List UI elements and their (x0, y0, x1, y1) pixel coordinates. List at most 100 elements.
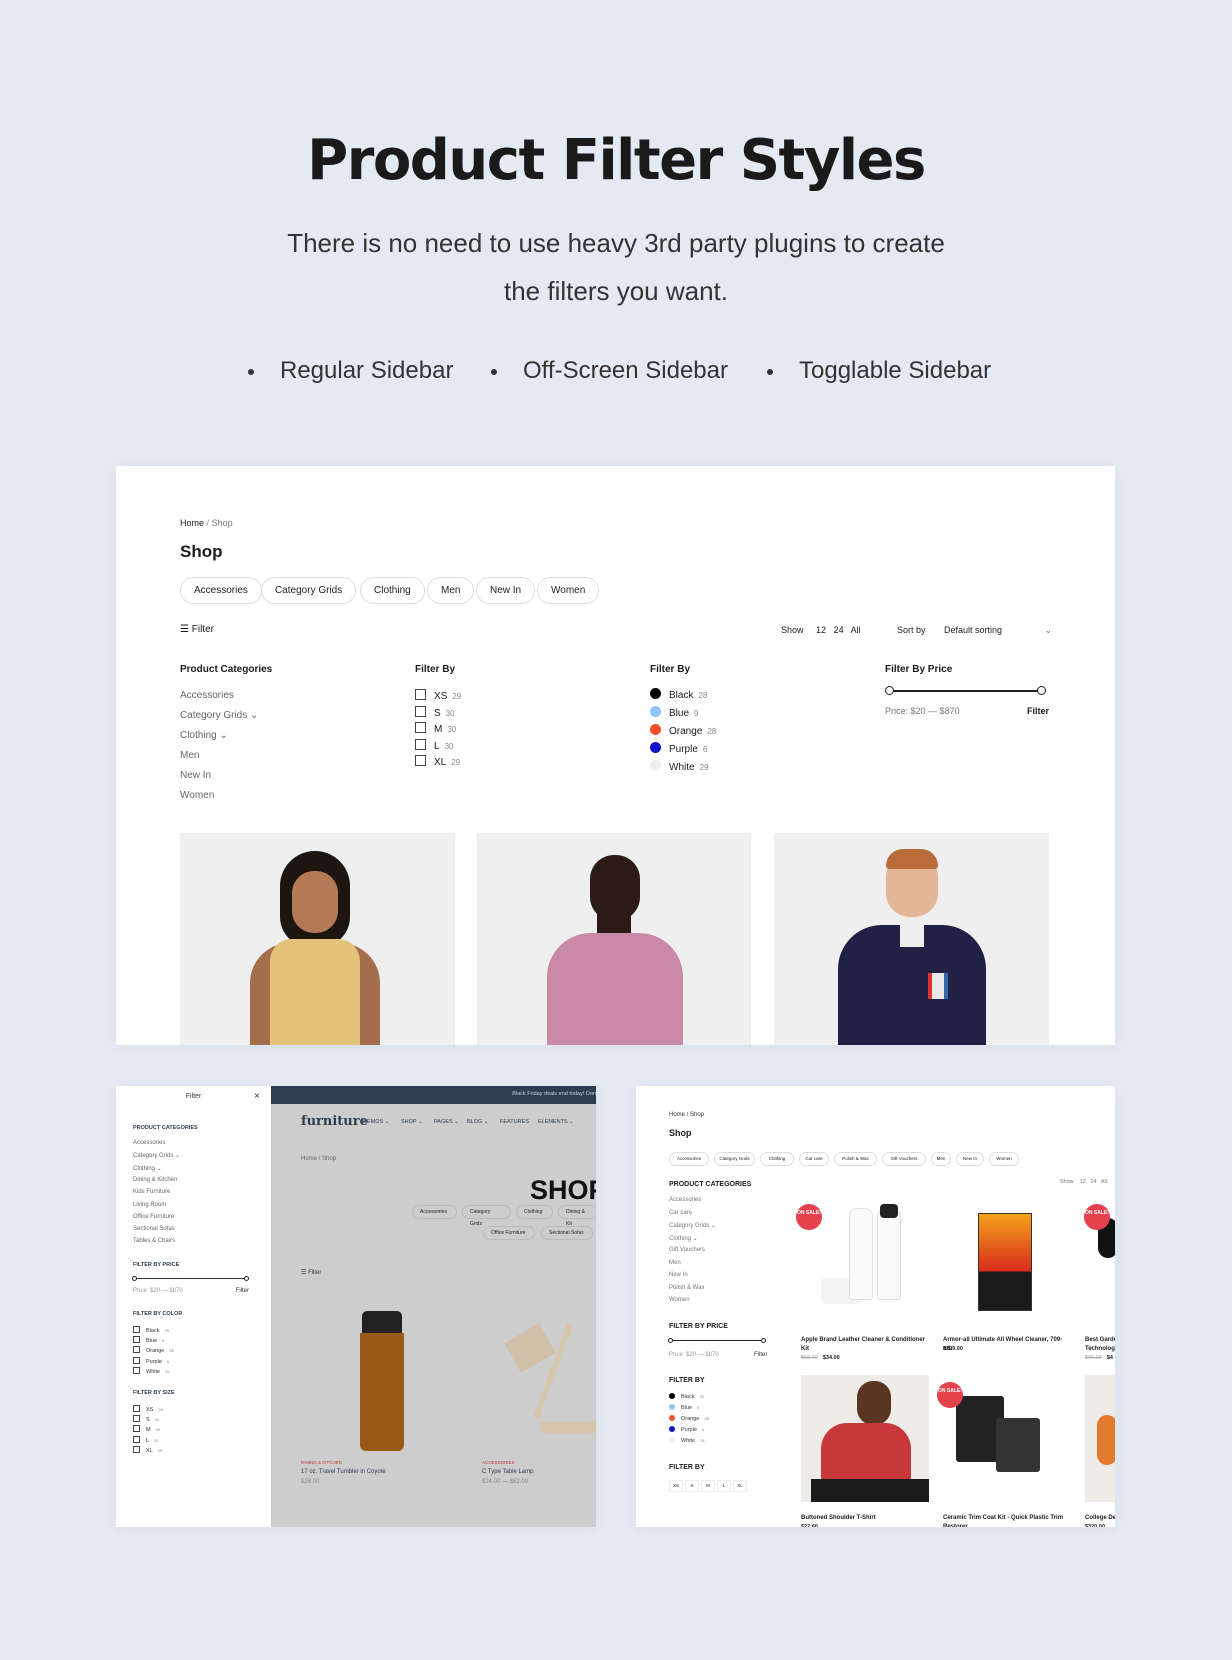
color-option[interactable]: Orange 28 (669, 1415, 709, 1422)
color-option[interactable]: Blue 9 (650, 706, 698, 719)
filter-option[interactable]: XL 29 (133, 1445, 162, 1454)
show-24[interactable]: 24 (834, 625, 844, 635)
checkbox[interactable] (133, 1405, 140, 1412)
size-option[interactable]: L (717, 1480, 731, 1492)
checkbox[interactable] (415, 705, 426, 717)
color-option[interactable]: Blue 9 (669, 1404, 699, 1411)
category-link[interactable]: Men (669, 1260, 681, 1266)
color-option[interactable]: Purple 6 (669, 1426, 704, 1433)
filter-option[interactable]: Purple 6 (133, 1356, 169, 1365)
category-link[interactable]: Accessories (180, 690, 234, 701)
category-link[interactable]: New In (669, 1272, 688, 1278)
size-option[interactable]: S 30 (415, 705, 455, 719)
category-link[interactable]: Polish & Wax (669, 1285, 704, 1291)
nav-item[interactable]: DEMOS ⌄ (363, 1119, 389, 1125)
checkbox[interactable] (133, 1366, 140, 1374)
product-name[interactable]: Buttoned Shoulder T-Shirt (801, 1514, 929, 1523)
size-option[interactable]: L 30 (415, 738, 453, 752)
category-link[interactable]: Car care (669, 1210, 692, 1216)
checkbox[interactable] (133, 1425, 140, 1433)
color-option[interactable]: Purple 6 (650, 742, 707, 755)
category-pill[interactable]: Accessories (412, 1205, 457, 1219)
product-name[interactable]: College Dei (1085, 1514, 1115, 1523)
nav-item[interactable]: ELEMENTS ⌄ (538, 1119, 574, 1125)
product-image-red-shirt[interactable] (801, 1375, 929, 1502)
category-pill[interactable]: Category Grids (714, 1152, 755, 1166)
product-name[interactable]: Apple Brand Leather Cleaner & Conditione… (801, 1336, 929, 1354)
nav-item[interactable]: BLOG ⌄ (467, 1119, 488, 1125)
category-pill[interactable]: Men (931, 1152, 951, 1166)
nav-item[interactable]: SHOP ⌄ (401, 1119, 423, 1125)
category-link[interactable]: Office Furniture (133, 1214, 174, 1220)
price-min-handle[interactable] (132, 1276, 137, 1281)
show-12[interactable]: 12 (1080, 1179, 1086, 1185)
size-option[interactable]: S (685, 1480, 699, 1492)
product-category[interactable]: ACCESSORIES (482, 1460, 515, 1465)
product-name[interactable]: C Type Table Lamp (482, 1469, 533, 1475)
category-pill[interactable]: Gift Vouchers (882, 1152, 926, 1166)
price-max-handle[interactable] (1037, 686, 1046, 695)
nav-item[interactable]: PAGES ⌄ (434, 1119, 459, 1125)
color-option[interactable]: Orange 28 (650, 724, 716, 737)
checkbox[interactable] (415, 738, 426, 750)
sort-select[interactable]: Default sorting ⌄ (944, 625, 1052, 635)
product-image-tumbler[interactable] (360, 1311, 404, 1451)
category-link[interactable]: Gift Vouchers (669, 1247, 705, 1253)
category-pill[interactable]: Category Grids (261, 577, 357, 604)
category-pill[interactable]: Car care (799, 1152, 829, 1166)
category-link[interactable]: Living Room (133, 1202, 166, 1208)
filter-option[interactable]: White 29 (133, 1366, 170, 1375)
filter-option[interactable]: Orange 28 (133, 1346, 174, 1354)
category-link[interactable]: Clothing ⌄ (669, 1235, 698, 1242)
close-icon[interactable]: × (254, 1091, 260, 1102)
product-image-navy-hoodie[interactable] (774, 833, 1049, 1045)
nav-item[interactable]: FEATURES (500, 1119, 529, 1125)
category-pill[interactable]: Women (989, 1152, 1019, 1166)
size-option[interactable]: XL 29 (415, 755, 460, 768)
size-option[interactable]: M 30 (415, 722, 456, 735)
category-pill[interactable]: Dining & Kit (558, 1205, 596, 1227)
product-image-table-lamp[interactable] (500, 1311, 596, 1451)
price-slider[interactable] (885, 686, 1046, 695)
category-pill[interactable]: Accessories (669, 1152, 709, 1166)
size-option[interactable]: XS (669, 1480, 683, 1492)
checkbox[interactable] (133, 1435, 140, 1443)
product-image-wheel-cleaner[interactable] (978, 1213, 1032, 1311)
price-max-handle[interactable] (244, 1276, 249, 1281)
category-pill[interactable]: Women (537, 577, 600, 604)
filter-toggle-button[interactable]: ☰ Filter (301, 1269, 321, 1276)
price-filter-button[interactable]: Filter (236, 1288, 249, 1294)
color-option[interactable]: White 28 (669, 1437, 705, 1444)
product-category[interactable]: DINING & KITCHEN (301, 1460, 342, 1465)
checkbox[interactable] (133, 1346, 140, 1354)
breadcrumb-home[interactable]: Home (180, 518, 204, 528)
category-link[interactable]: Category Grids ⌄ (133, 1152, 180, 1159)
category-pill[interactable]: Sectional Sofas (541, 1226, 593, 1240)
checkbox[interactable] (415, 755, 426, 766)
filter-option[interactable]: Black 29 (133, 1326, 169, 1334)
size-option[interactable]: M (701, 1480, 715, 1492)
show-all[interactable]: All (1101, 1179, 1107, 1185)
product-image-pink-sweatshirt[interactable] (477, 833, 751, 1045)
site-logo[interactable]: furniture (301, 1114, 368, 1129)
category-pill[interactable]: Clothing (760, 1152, 794, 1166)
filter-toggle-button[interactable]: ☰ Filter (180, 624, 214, 635)
category-link[interactable]: Clothing ⌄ (180, 730, 228, 741)
category-pill[interactable]: New In (476, 577, 536, 604)
filter-option[interactable]: L 30 (133, 1435, 159, 1444)
category-pill[interactable]: Accessories (180, 577, 262, 604)
category-pill[interactable]: Polish & Wax (834, 1152, 877, 1166)
product-name[interactable]: Best Garden Technology (1085, 1336, 1115, 1354)
category-link[interactable]: New In (180, 770, 211, 781)
category-pill[interactable]: Clothing (516, 1205, 553, 1219)
filter-option[interactable]: M 30 (133, 1425, 160, 1433)
category-pill[interactable]: New In (956, 1152, 984, 1166)
checkbox[interactable] (133, 1445, 140, 1453)
filter-option[interactable]: XS 29 (133, 1405, 163, 1413)
category-link[interactable]: Tables & Chairs (133, 1238, 175, 1244)
size-option[interactable]: XL (733, 1480, 747, 1492)
color-option[interactable]: Black 33 (669, 1393, 704, 1400)
category-pill[interactable]: Office Furniture (483, 1226, 535, 1240)
product-image-trim-coat-kit[interactable] (956, 1396, 1046, 1476)
category-link[interactable]: Men (180, 750, 199, 761)
